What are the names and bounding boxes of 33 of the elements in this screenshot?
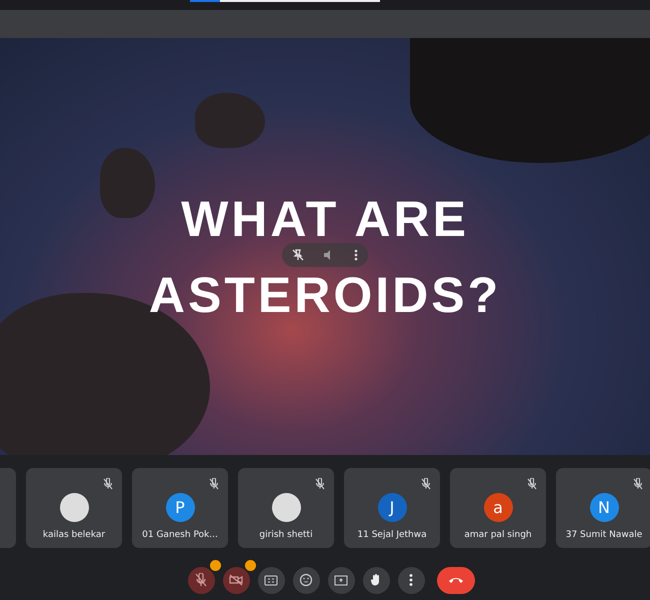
mic-off-icon bbox=[195, 573, 207, 587]
leave-button[interactable] bbox=[436, 566, 474, 594]
camera-button[interactable] bbox=[222, 566, 250, 594]
slide-title: ASTEROIDS? bbox=[148, 270, 502, 320]
hand-icon bbox=[370, 573, 382, 587]
avatar-letter: a bbox=[484, 492, 512, 522]
avatar-letter: J bbox=[378, 492, 406, 522]
avatar-circle bbox=[60, 492, 88, 522]
avatar-letter: N bbox=[590, 492, 618, 522]
participant-name: kailas belekar bbox=[42, 530, 106, 540]
participant-name: amar pal singh bbox=[464, 530, 532, 540]
slide-title: WHAT ARE bbox=[181, 194, 469, 244]
more-icon[interactable] bbox=[353, 248, 360, 262]
asteroid-drawing bbox=[195, 93, 265, 148]
camera-off-icon bbox=[229, 574, 243, 586]
present-button[interactable] bbox=[328, 566, 354, 594]
participant-name: girish shetti bbox=[259, 530, 313, 540]
participant-name: 37 Sumit Nawale bbox=[566, 530, 642, 540]
smiley-icon bbox=[299, 573, 313, 587]
pin-off-icon[interactable] bbox=[290, 248, 305, 262]
captions-button[interactable] bbox=[258, 566, 284, 594]
participant-name: 01 Ganesh Pok... bbox=[142, 530, 218, 540]
avatar-circle bbox=[272, 492, 300, 522]
avatar-letter: P bbox=[166, 492, 194, 522]
more-icon bbox=[409, 573, 413, 587]
phone-hangup-icon bbox=[448, 576, 464, 584]
present-screen-icon bbox=[334, 574, 348, 586]
emoji-button[interactable] bbox=[292, 566, 320, 594]
hand-button[interactable] bbox=[362, 566, 390, 594]
participant-name: 11 Sejal Jethwa bbox=[357, 530, 427, 540]
mic-button[interactable] bbox=[188, 566, 214, 594]
more-button[interactable] bbox=[398, 566, 424, 594]
captions-icon bbox=[264, 574, 278, 586]
